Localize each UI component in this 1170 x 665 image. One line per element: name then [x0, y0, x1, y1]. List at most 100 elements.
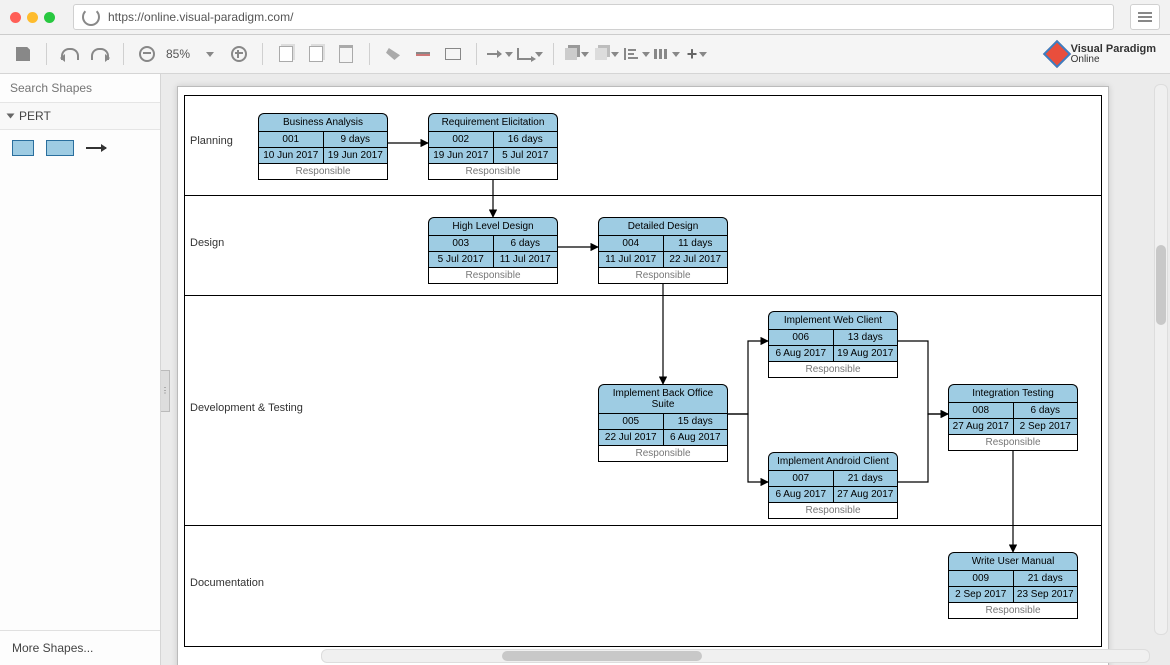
node-duration: 6 days	[1014, 402, 1079, 419]
scrollbar-thumb[interactable]	[502, 651, 702, 661]
add-button[interactable]: +	[684, 41, 710, 67]
browser-titlebar: https://online.visual-paradigm.com/	[0, 0, 1170, 34]
url-text: https://online.visual-paradigm.com/	[108, 10, 293, 24]
node-duration: 13 days	[834, 329, 899, 346]
undo-button[interactable]	[57, 41, 83, 67]
chevron-down-icon	[672, 52, 680, 57]
align-button[interactable]	[624, 41, 650, 67]
pert-node-n8[interactable]: Integration Testing0086 days27 Aug 20172…	[948, 384, 1078, 451]
horizontal-scrollbar[interactable]	[321, 649, 1150, 663]
routing-button[interactable]	[517, 41, 543, 67]
redo-icon	[91, 48, 109, 60]
plus-icon: +	[687, 45, 698, 63]
search-shapes[interactable]	[0, 74, 160, 103]
node-title: Detailed Design	[598, 217, 728, 235]
delete-button[interactable]	[333, 41, 359, 67]
paste-button[interactable]	[303, 41, 329, 67]
window-controls	[10, 12, 55, 23]
connector-style-button[interactable]	[487, 41, 513, 67]
zoom-out-icon	[139, 46, 155, 62]
node-start: 5 Jul 2017	[428, 252, 494, 268]
pert-node-n4[interactable]: Detailed Design00411 days11 Jul 201722 J…	[598, 217, 728, 284]
chevron-down-icon	[642, 52, 650, 57]
diagram-page[interactable]: PlanningDesignDevelopment & TestingDocum…	[177, 86, 1109, 665]
scrollbar-thumb[interactable]	[1156, 245, 1166, 325]
pert-node-n2[interactable]: Requirement Elicitation00216 days19 Jun …	[428, 113, 558, 180]
fill-button[interactable]	[380, 41, 406, 67]
zoom-value[interactable]: 85%	[164, 47, 192, 61]
node-duration: 6 days	[494, 235, 559, 252]
shape-pert-task[interactable]	[12, 140, 34, 156]
chevron-down-icon	[206, 52, 214, 57]
node-id: 006	[768, 329, 834, 346]
browser-menu-button[interactable]	[1130, 4, 1160, 30]
pert-node-n3[interactable]: High Level Design0036 days5 Jul 201711 J…	[428, 217, 558, 284]
canvas-scroll[interactable]: PlanningDesignDevelopment & TestingDocum…	[161, 74, 1170, 665]
distribute-icon	[654, 49, 668, 59]
shape-connector[interactable]	[86, 147, 106, 149]
copy-button[interactable]	[273, 41, 299, 67]
node-end: 22 Jul 2017	[664, 252, 729, 268]
save-button[interactable]	[10, 41, 36, 67]
maximize-icon[interactable]	[44, 12, 55, 23]
more-shapes-button[interactable]: More Shapes...	[0, 630, 160, 665]
browser-window: https://online.visual-paradigm.com/ 85%	[0, 0, 1170, 665]
node-start: 11 Jul 2017	[598, 252, 664, 268]
save-icon	[16, 47, 30, 61]
node-start: 6 Aug 2017	[768, 487, 834, 503]
pert-node-n6[interactable]: Implement Web Client00613 days6 Aug 2017…	[768, 311, 898, 378]
vertical-scrollbar[interactable]	[1154, 84, 1168, 635]
node-id: 002	[428, 131, 494, 148]
separator	[476, 43, 477, 65]
node-duration: 21 days	[834, 470, 899, 487]
group-button[interactable]	[594, 41, 620, 67]
node-duration: 15 days	[664, 413, 729, 430]
swimlane-label: Planning	[190, 135, 233, 147]
to-front-button[interactable]	[564, 41, 590, 67]
hamburger-icon	[1138, 16, 1152, 18]
separator	[46, 43, 47, 65]
redo-button[interactable]	[87, 41, 113, 67]
node-responsible: Responsible	[598, 446, 728, 462]
node-end: 6 Aug 2017	[664, 430, 729, 446]
shapes-sidebar: PERT More Shapes...	[0, 74, 161, 665]
node-duration: 21 days	[1014, 570, 1079, 587]
close-icon[interactable]	[10, 12, 21, 23]
line-color-button[interactable]	[410, 41, 436, 67]
route-icon	[517, 48, 531, 60]
app: 85% + Visual ParadigmOnline	[0, 34, 1170, 665]
shape-pert-detailed[interactable]	[46, 140, 74, 156]
category-pert[interactable]: PERT	[0, 103, 160, 130]
pert-node-n1[interactable]: Business Analysis0019 days10 Jun 201719 …	[258, 113, 388, 180]
pert-node-n9[interactable]: Write User Manual00921 days2 Sep 201723 …	[948, 552, 1078, 619]
undo-icon	[61, 48, 79, 60]
zoom-dropdown[interactable]	[196, 41, 222, 67]
canvas-area: ⋮ PlanningDesignDevelopment & TestingDoc…	[161, 74, 1170, 665]
brand-logo[interactable]: Visual ParadigmOnline	[1047, 44, 1160, 65]
logo-icon	[1042, 40, 1070, 68]
node-responsible: Responsible	[768, 362, 898, 378]
chevron-down-icon	[611, 52, 619, 57]
url-bar[interactable]: https://online.visual-paradigm.com/	[73, 4, 1114, 30]
node-responsible: Responsible	[428, 164, 558, 180]
pert-node-n5[interactable]: Implement Back Office Suite00515 days22 …	[598, 384, 728, 462]
separator	[369, 43, 370, 65]
node-responsible: Responsible	[258, 164, 388, 180]
swimlane-label: Documentation	[190, 577, 264, 589]
node-title: High Level Design	[428, 217, 558, 235]
node-end: 19 Aug 2017	[834, 346, 899, 362]
pert-node-n7[interactable]: Implement Android Client00721 days6 Aug …	[768, 452, 898, 519]
bring-front-icon	[565, 48, 577, 60]
node-id: 009	[948, 570, 1014, 587]
shape-button[interactable]	[440, 41, 466, 67]
reload-icon[interactable]	[82, 8, 100, 26]
zoom-in-button[interactable]	[226, 41, 252, 67]
minimize-icon[interactable]	[27, 12, 38, 23]
search-input[interactable]	[8, 80, 167, 96]
node-title: Business Analysis	[258, 113, 388, 131]
node-duration: 16 days	[494, 131, 559, 148]
zoom-out-button[interactable]	[134, 41, 160, 67]
distribute-button[interactable]	[654, 41, 680, 67]
zoom-in-icon	[231, 46, 247, 62]
chevron-down-icon	[535, 52, 543, 57]
